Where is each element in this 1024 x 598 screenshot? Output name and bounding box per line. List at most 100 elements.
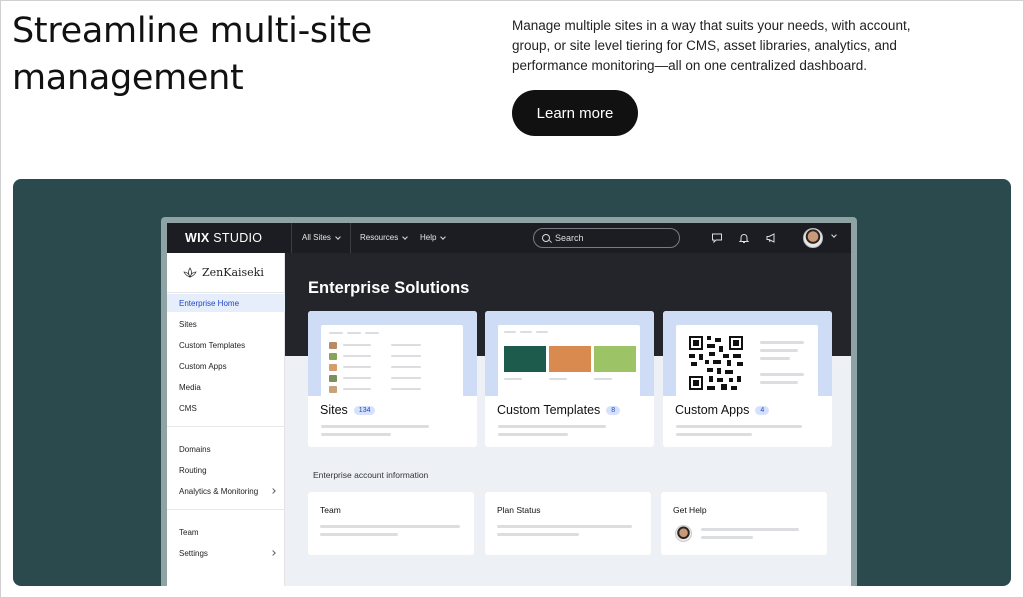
preview-bar	[760, 381, 798, 384]
custom-apps-card[interactable]: Custom Apps 4	[663, 311, 832, 447]
apps-preview	[676, 325, 818, 396]
preview-bar	[520, 331, 532, 333]
topbar-divider	[350, 223, 351, 253]
card-title-text: Sites	[320, 403, 348, 417]
preview-bar	[594, 378, 612, 380]
card-title: Team	[320, 505, 341, 515]
preview-bar	[343, 388, 371, 390]
chat-icon[interactable]	[711, 232, 723, 244]
placeholder-bar	[321, 425, 429, 428]
site-thumbnail	[329, 363, 337, 371]
plan-status-card[interactable]: Plan Status	[485, 492, 651, 555]
chevron-right-icon	[270, 550, 276, 556]
template-thumbnail	[504, 346, 546, 372]
menu-label: Help	[420, 233, 437, 242]
bell-icon[interactable]	[738, 232, 750, 244]
preview-bar	[504, 331, 516, 333]
preview-row	[329, 374, 337, 382]
device-frame: WIX STUDIO All Sites Resources Help Sear…	[161, 217, 857, 586]
menu-label: Resources	[360, 233, 399, 242]
team-card[interactable]: Team	[308, 492, 474, 555]
sidebar-item-enterprise-home[interactable]: Enterprise Home	[167, 294, 285, 312]
menu-all-sites[interactable]: All Sites	[302, 233, 341, 242]
sites-card[interactable]: Sites 134	[308, 311, 477, 447]
site-thumbnail	[329, 341, 337, 349]
chevron-down-icon	[335, 233, 341, 240]
preview-bar	[391, 377, 421, 379]
sidebar-item-label: Analytics & Monitoring	[179, 486, 259, 496]
placeholder-bar	[320, 533, 398, 536]
preview-bar	[549, 378, 567, 380]
page-title: Enterprise Solutions	[308, 279, 470, 297]
sidebar-item-routing[interactable]: Routing	[167, 461, 285, 479]
preview-row	[329, 352, 337, 360]
card-title-text: Custom Templates	[497, 403, 601, 417]
menu-help[interactable]: Help	[420, 233, 447, 242]
dashboard-screen: WIX STUDIO All Sites Resources Help Sear…	[167, 223, 851, 586]
sidebar-item-media[interactable]: Media	[167, 378, 285, 396]
sidebar-item-analytics-monitoring[interactable]: Analytics & Monitoring	[167, 482, 285, 500]
placeholder-bar	[701, 536, 753, 539]
wix-studio-logo[interactable]: WIX STUDIO	[185, 231, 262, 245]
preview-bar	[391, 388, 421, 390]
section-label: Enterprise account information	[313, 470, 429, 480]
search-icon	[542, 234, 550, 242]
preview-bar	[391, 344, 421, 346]
sites-list-preview	[321, 325, 463, 396]
custom-templates-card[interactable]: Custom Templates 8	[485, 311, 654, 447]
card-preview	[663, 311, 832, 396]
megaphone-icon[interactable]	[765, 232, 777, 244]
support-avatar	[675, 525, 692, 542]
card-title: Custom Apps 4	[675, 403, 770, 417]
logo-bold: WIX	[185, 231, 210, 245]
menu-resources[interactable]: Resources	[360, 233, 409, 242]
placeholder-bar	[497, 533, 579, 536]
preview-bar	[329, 332, 343, 334]
count-badge: 8	[606, 405, 621, 415]
sidebar-item-settings[interactable]: Settings	[167, 544, 285, 562]
preview-row	[329, 363, 337, 371]
get-help-card[interactable]: Get Help	[661, 492, 827, 555]
site-thumbnail	[329, 352, 337, 360]
chevron-down-icon	[402, 233, 409, 240]
product-showcase-panel: WIX STUDIO All Sites Resources Help Sear…	[13, 179, 1011, 586]
site-thumbnail	[329, 385, 337, 393]
sidebar-item-custom-apps[interactable]: Custom Apps	[167, 357, 285, 375]
card-title: Custom Templates 8	[497, 403, 621, 417]
sidebar-item-custom-templates[interactable]: Custom Templates	[167, 336, 285, 354]
templates-preview	[498, 325, 640, 396]
chevron-down-icon[interactable]	[831, 232, 837, 238]
site-thumbnail	[329, 374, 337, 382]
card-preview	[485, 311, 654, 396]
placeholder-bar	[676, 425, 802, 428]
sidebar-item-label: Settings	[179, 548, 208, 558]
brand: ZenKaiseki	[183, 266, 264, 279]
card-title-text: Custom Apps	[675, 403, 750, 417]
preview-bar	[760, 341, 804, 344]
learn-more-button[interactable]: Learn more	[512, 90, 638, 136]
sidebar-item-team[interactable]: Team	[167, 523, 285, 541]
app-topbar: WIX STUDIO All Sites Resources Help Sear…	[167, 223, 851, 253]
card-preview	[308, 311, 477, 396]
sidebar-item-cms[interactable]: CMS	[167, 399, 285, 417]
placeholder-bar	[676, 433, 752, 436]
sidebar-item-sites[interactable]: Sites	[167, 315, 285, 333]
template-thumbnail	[549, 346, 591, 372]
search-input[interactable]: Search	[533, 228, 680, 248]
user-avatar[interactable]	[803, 228, 823, 248]
lotus-icon	[183, 266, 197, 278]
card-title: Sites 134	[320, 403, 376, 417]
logo-thin: STUDIO	[213, 231, 263, 245]
placeholder-bar	[320, 525, 460, 528]
chevron-right-icon	[270, 488, 276, 494]
search-placeholder: Search	[555, 233, 584, 243]
preview-bar	[504, 378, 522, 380]
count-badge: 134	[353, 405, 376, 415]
placeholder-bar	[701, 528, 799, 531]
qr-code-icon	[687, 334, 745, 392]
sidebar: ZenKaiseki Enterprise Home Sites Custom …	[167, 253, 285, 586]
divider	[167, 292, 285, 293]
placeholder-bar	[498, 425, 606, 428]
sidebar-item-domains[interactable]: Domains	[167, 440, 285, 458]
preview-bar	[760, 357, 790, 360]
